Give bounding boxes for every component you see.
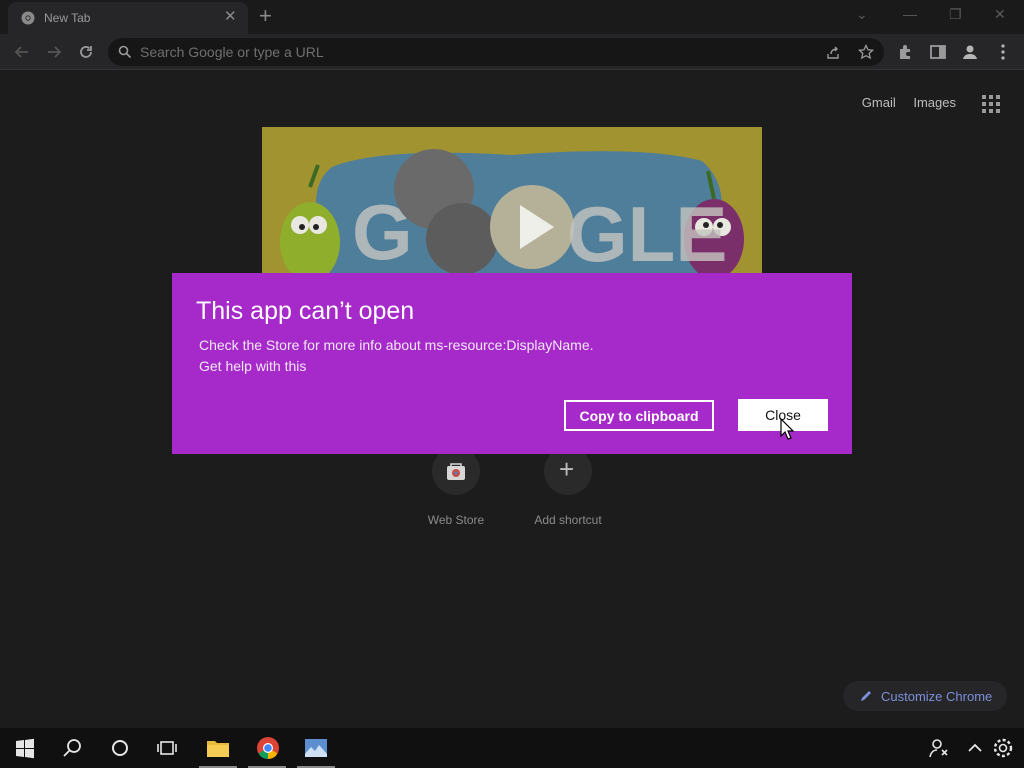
web-store-tile (432, 447, 480, 495)
back-arrow-icon[interactable] (12, 42, 32, 62)
photos-app-icon[interactable] (304, 736, 328, 760)
gmail-link[interactable]: Gmail (862, 95, 896, 110)
file-explorer-icon[interactable] (206, 736, 230, 760)
forward-arrow-icon[interactable] (44, 42, 64, 62)
screen: New Tab ✕ + ⌄ — ❐ ✕ Search Google or typ… (0, 0, 1024, 768)
copy-to-clipboard-button[interactable]: Copy to clipboard (564, 400, 714, 431)
images-link[interactable]: Images (913, 95, 956, 110)
mouse-cursor-icon (780, 418, 794, 440)
minimize-icon[interactable]: — (903, 6, 917, 22)
customize-chrome-label: Customize Chrome (881, 689, 993, 704)
omnibox[interactable] (108, 38, 884, 66)
address-bar-input[interactable] (140, 43, 790, 61)
tab-title: New Tab (44, 11, 91, 25)
customize-chrome-button[interactable]: Customize Chrome (843, 681, 1007, 711)
new-tab-button[interactable]: + (259, 4, 272, 28)
close-icon[interactable]: ✕ (224, 9, 237, 25)
people-icon[interactable] (927, 736, 951, 760)
windows-start-icon[interactable] (13, 736, 37, 760)
more-menu-icon[interactable] (993, 42, 1013, 62)
chrome-favicon-icon (21, 11, 35, 25)
add-shortcut-tile: + (544, 447, 592, 495)
restore-icon[interactable]: ❐ (949, 6, 962, 23)
share-icon[interactable] (825, 45, 841, 61)
cortana-icon[interactable] (108, 736, 132, 760)
get-help-link[interactable]: Get help with this (199, 358, 306, 374)
shortcut-label: Add shortcut (534, 513, 602, 527)
google-doodle-image[interactable]: G GLE (262, 127, 762, 273)
windows-taskbar (0, 728, 1024, 768)
tab-new-tab[interactable]: New Tab ✕ (8, 2, 248, 34)
tab-strip: New Tab ✕ + ⌄ — ❐ ✕ (0, 0, 1024, 34)
extensions-icon[interactable] (896, 42, 916, 62)
web-store-icon (447, 463, 465, 480)
side-panel-icon[interactable] (928, 42, 948, 62)
dialog-title: This app can’t open (196, 297, 415, 325)
task-view-icon[interactable] (156, 736, 180, 760)
svg-text:GLE: GLE (567, 190, 727, 273)
plus-icon: + (559, 454, 575, 484)
search-icon (118, 45, 132, 59)
shortcut-web-store[interactable]: Web Store (401, 447, 511, 527)
chrome-icon[interactable] (256, 736, 280, 760)
settings-icon[interactable] (991, 736, 1015, 760)
dialog-message: Check the Store for more info about ms-r… (199, 337, 594, 353)
bookmark-star-icon[interactable] (858, 44, 874, 60)
reload-icon[interactable] (76, 42, 96, 62)
app-error-dialog: This app can’t open Check the Store for … (172, 273, 852, 454)
chevron-up-icon[interactable] (963, 736, 987, 760)
window-close-icon[interactable]: ✕ (994, 6, 1006, 23)
pencil-icon (861, 691, 871, 701)
search-icon[interactable] (60, 736, 84, 760)
ntp-header-links: Gmail Images (848, 95, 956, 110)
shortcut-add[interactable]: + Add shortcut (513, 447, 623, 527)
profile-icon[interactable] (960, 42, 980, 62)
shortcut-label: Web Store (427, 513, 485, 527)
chevron-down-icon[interactable]: ⌄ (856, 6, 868, 23)
browser-toolbar (0, 34, 1024, 70)
apps-grid-icon[interactable] (982, 95, 1000, 113)
